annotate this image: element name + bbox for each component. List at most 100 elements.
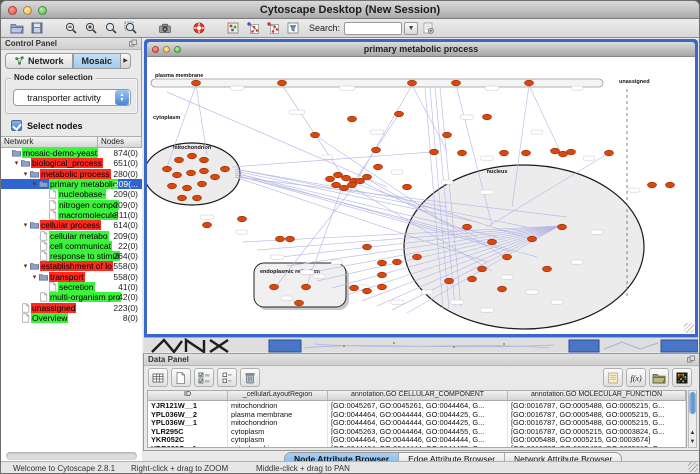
tree-row[interactable]: nucleobase-209(0)	[1, 189, 142, 199]
heatmap-icon[interactable]	[672, 368, 692, 387]
graph-node[interactable]	[378, 284, 387, 290]
table-cell[interactable]: plasma membrane	[228, 410, 328, 419]
tab-network[interactable]: Network	[5, 53, 73, 69]
tree-item-label[interactable]: Overview	[31, 313, 68, 323]
tree-row[interactable]: multi-organism pro42(0)	[1, 292, 142, 302]
float-panel-icon[interactable]	[686, 355, 696, 364]
notes-icon[interactable]	[603, 368, 623, 387]
graph-node[interactable]	[342, 175, 351, 181]
graph-node[interactable]	[528, 236, 537, 242]
graph-node[interactable]	[238, 216, 247, 222]
column-header[interactable]: annotation.GO MOLECULAR_FUNCTION	[508, 391, 686, 400]
delete-attribute-icon[interactable]	[240, 368, 260, 387]
graph-node[interactable]	[567, 149, 576, 155]
expand-arrow-icon[interactable]: ▾	[13, 159, 20, 167]
tree-item-label[interactable]: cell communicat	[49, 241, 112, 251]
canvas-resize-grip[interactable]	[684, 323, 694, 333]
window-resize-grip[interactable]	[688, 462, 698, 472]
edge[interactable]	[529, 85, 559, 149]
expand-arrow-icon[interactable]: ▾	[22, 221, 29, 229]
open-icon[interactable]	[7, 20, 27, 37]
graph-node[interactable]	[311, 132, 320, 138]
table-cell[interactable]: YKR052C	[148, 435, 228, 444]
expand-arrow-icon[interactable]: ▾	[22, 262, 29, 270]
table-cell[interactable]: YLR295C	[148, 427, 228, 436]
attribute-table[interactable]: ID_cellularLayoutRegionannotation.GO CEL…	[147, 390, 687, 448]
table-cell[interactable]: mitochondrion	[228, 401, 328, 410]
edge[interactable]	[359, 85, 412, 177]
tree-row[interactable]: ▾transport558(0)	[1, 272, 142, 282]
filter-icon[interactable]	[283, 20, 303, 37]
tree-item-label[interactable]: transport	[49, 272, 85, 282]
zoom-selected-icon[interactable]	[121, 20, 141, 37]
search-dropdown-icon[interactable]: ▼	[404, 22, 418, 35]
graph-node[interactable]	[408, 80, 417, 86]
table-cell[interactable]: [GO:0016787, GO:0005488, GO:0005215, G..…	[508, 410, 686, 419]
network-view-window[interactable]: primary metabolic process plasma membran…	[144, 39, 698, 337]
graph-node[interactable]	[198, 181, 207, 187]
tree-item-label[interactable]: macromolecule	[58, 210, 118, 220]
tree-item-label[interactable]: unassigned	[31, 303, 76, 313]
zoom-fit-icon[interactable]	[101, 20, 121, 37]
graph-node[interactable]	[187, 170, 196, 176]
minimized-windows-strip[interactable]	[144, 337, 698, 352]
tree-row[interactable]: macromolecule311(0)	[1, 210, 142, 220]
graph-node[interactable]	[348, 182, 357, 188]
table-cell[interactable]: [GO:0016787, GO:0005488, GO:0005215, G..…	[508, 418, 686, 427]
graph-node[interactable]	[395, 111, 404, 117]
tree-item-label[interactable]: metabolic process	[40, 169, 111, 179]
snapshot-icon[interactable]	[155, 20, 175, 37]
tree-row[interactable]: mosaic-demo-yeast874(0)	[1, 148, 142, 158]
graph-node[interactable]	[403, 184, 412, 190]
select-attributes-icon[interactable]	[194, 368, 214, 387]
tree-item-label[interactable]: biological_process	[31, 158, 103, 168]
column-header[interactable]: ID	[148, 391, 228, 400]
graph-node[interactable]	[393, 259, 402, 265]
float-panel-icon[interactable]	[128, 39, 138, 48]
table-cell[interactable]: [GO:0005488, GO:0005215, GO:0003674]	[508, 435, 686, 444]
graph-node[interactable]	[221, 166, 230, 172]
zoom-out-icon[interactable]	[61, 20, 81, 37]
table-row[interactable]: YJR121W__1mitochondrion[GO:0045267, GO:0…	[148, 401, 686, 410]
graph-node[interactable]	[302, 284, 311, 290]
graph-node[interactable]	[543, 266, 552, 272]
graph-node[interactable]	[295, 300, 304, 306]
table-cell[interactable]: [GO:0044464, GO:0044444, GO:0044425, G..…	[328, 418, 508, 427]
table-row[interactable]: YPL036W__2plasma membrane[GO:0044464, GO…	[148, 410, 686, 419]
graph-node[interactable]	[483, 114, 492, 120]
graph-node[interactable]	[286, 236, 295, 242]
table-row[interactable]: YPL036W__1mitochondrion[GO:0044464, GO:0…	[148, 418, 686, 427]
plasma-membrane-region[interactable]	[151, 79, 603, 87]
tree-item-label[interactable]: cellular process	[40, 220, 101, 230]
table-cell[interactable]: [GO:0045267, GO:0045261, GO:0044464, G..…	[328, 401, 508, 410]
tree-item-label[interactable]: nucleobase-	[58, 189, 106, 199]
table-cell[interactable]: YJR121W__1	[148, 401, 228, 410]
graph-node[interactable]	[463, 224, 472, 230]
graph-node[interactable]	[372, 147, 381, 153]
graph-node[interactable]	[200, 157, 209, 163]
graph-node[interactable]	[503, 254, 512, 260]
graph-node[interactable]	[525, 80, 534, 86]
tree-row[interactable]: ▾cellular process614(0)	[1, 220, 142, 230]
table-cell[interactable]: YPL036W__2	[148, 410, 228, 419]
tree-row[interactable]: cell communicat22(0)	[1, 241, 142, 251]
node-color-select[interactable]: transporter activity ▲▼	[13, 89, 131, 106]
graph-node[interactable]	[183, 185, 192, 191]
graph-node[interactable]	[340, 185, 349, 191]
graph-node[interactable]	[175, 157, 184, 163]
import-icon[interactable]	[649, 368, 669, 387]
tree-row[interactable]: unassigned223(0)	[1, 302, 142, 312]
tree-row[interactable]: ▾metabolic process280(0)	[1, 169, 142, 179]
graph-node[interactable]	[332, 182, 341, 188]
column-header[interactable]: _cellularLayoutRegion	[228, 391, 328, 400]
edge[interactable]	[282, 85, 342, 175]
graph-node[interactable]	[350, 285, 359, 291]
tree-header-network[interactable]: Network	[1, 136, 98, 148]
graph-node[interactable]	[558, 224, 567, 230]
tree-row[interactable]: secretion41(0)	[1, 282, 142, 292]
graph-node[interactable]	[200, 168, 209, 174]
graph-node[interactable]	[666, 182, 675, 188]
graph-node[interactable]	[348, 116, 357, 122]
graph-node[interactable]	[452, 80, 461, 86]
tree-row[interactable]: cellular metabo209(0)	[1, 230, 142, 240]
